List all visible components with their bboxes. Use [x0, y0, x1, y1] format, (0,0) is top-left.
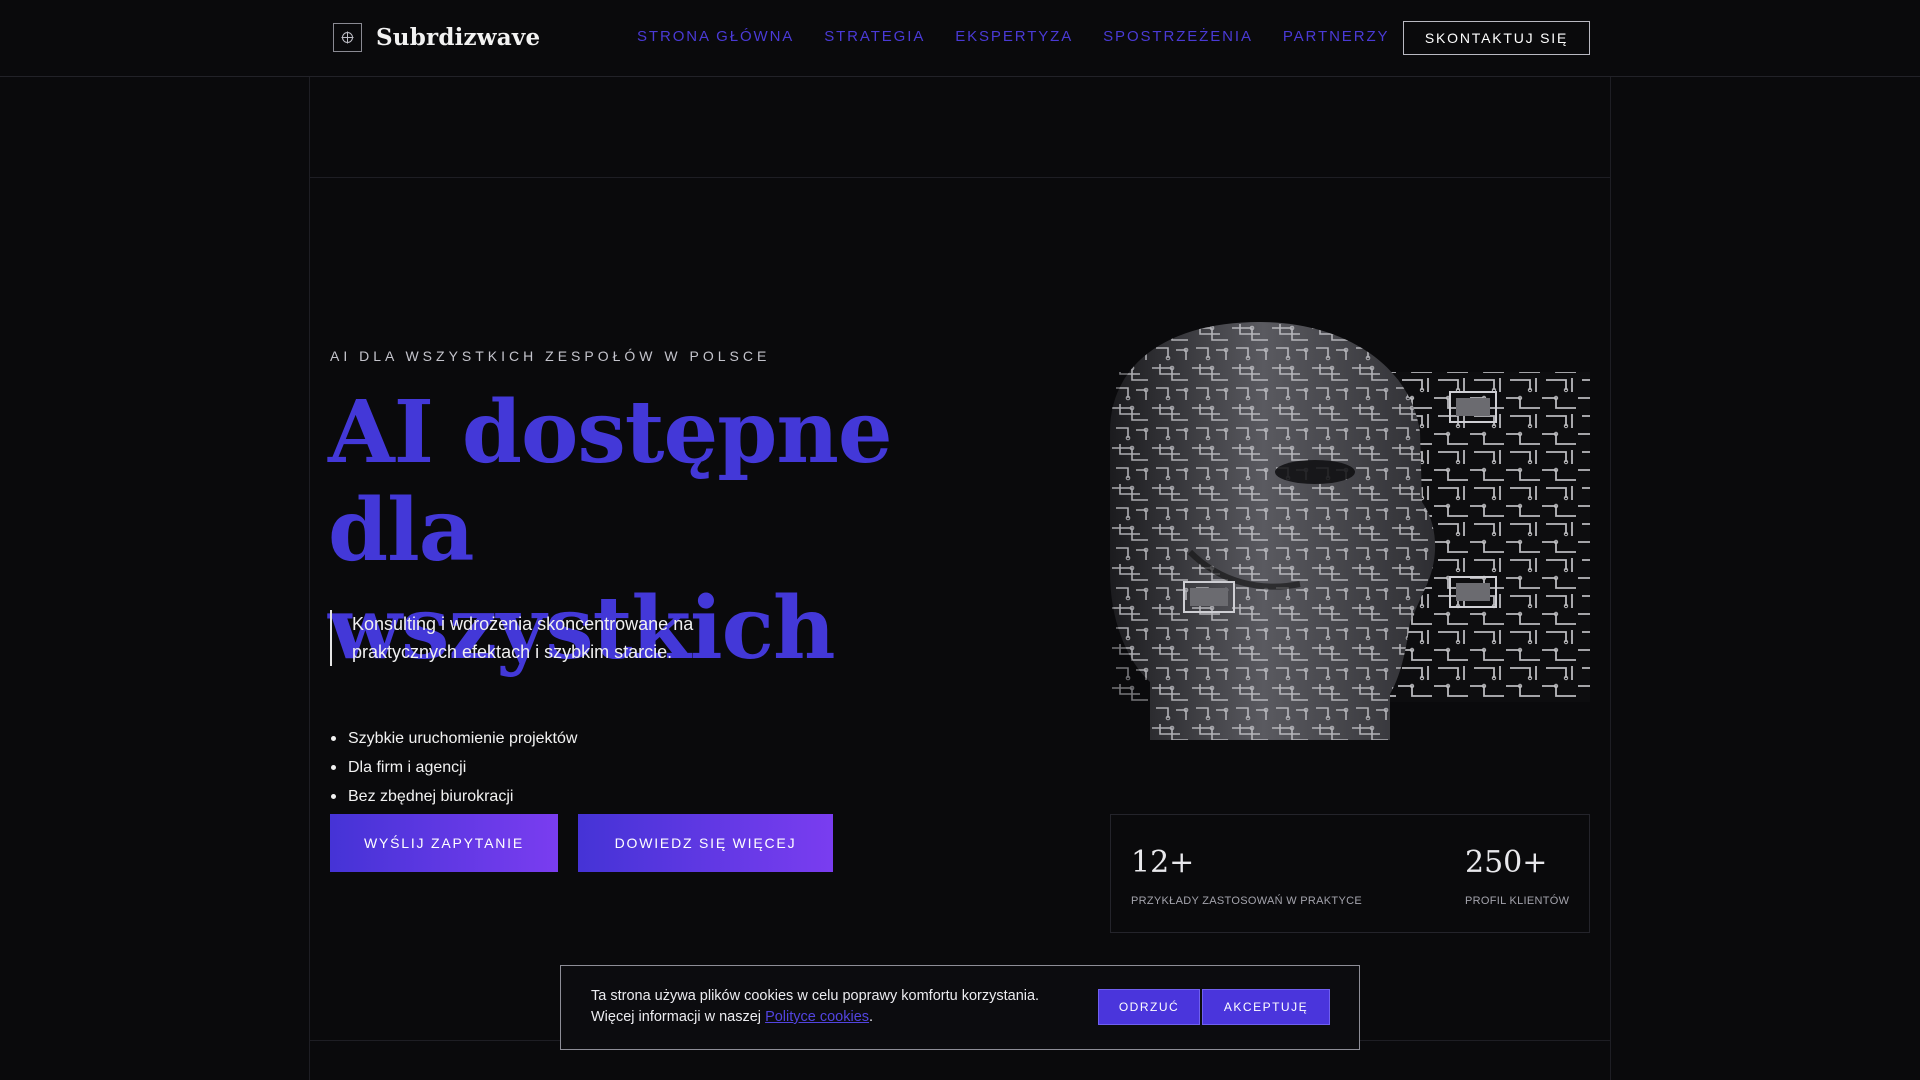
contact-button[interactable]: SKONTAKTUJ SIĘ [1403, 21, 1590, 55]
cookie-message: Ta strona używa plików cookies w celu po… [591, 986, 1111, 1028]
cookie-banner: Ta strona używa plików cookies w celu po… [560, 965, 1360, 1050]
hero-lead-line-1: Konsulting i wdrożenia skoncentrowane na [352, 614, 694, 634]
main-nav: STRONA GŁÓWNA STRATEGIA EKSPERTYZA SPOST… [637, 28, 1389, 45]
stat-label: PRZYKŁADY ZASTOSOWAŃ W PRAKTYCE [1131, 895, 1362, 907]
hero-benefits-list: Szybkie uruchomienie projektów Dla firm … [330, 724, 577, 811]
list-item: Bez zbędnej biurokracji [330, 782, 577, 811]
cookie-policy-link[interactable]: Polityce cookies [765, 1009, 869, 1025]
stat-label: PROFIL KLIENTÓW [1465, 895, 1570, 907]
frame-line-left [309, 77, 310, 1080]
cookie-message-suffix: . [869, 1009, 874, 1025]
section-divider-top [310, 177, 1610, 178]
stat-value: 12+ [1131, 845, 1195, 880]
frame-line-right [1610, 77, 1611, 1080]
nav-home[interactable]: STRONA GŁÓWNA [637, 28, 794, 45]
hero-title-line-1: AI dostępne dla [328, 382, 893, 581]
hero-lead: Konsulting i wdrożenia skoncentrowane na… [330, 610, 800, 666]
brand-name: Subrdizwave [376, 23, 541, 51]
nav-expertise[interactable]: EKSPERTYZA [955, 28, 1073, 45]
hero-lead-line-2: praktycznych efektach i szybkim starcie. [352, 642, 673, 662]
list-item: Szybkie uruchomienie projektów [330, 724, 577, 753]
site-header: Subrdizwave STRONA GŁÓWNA STRATEGIA EKSP… [0, 0, 1920, 77]
brand-logo[interactable]: Subrdizwave [333, 22, 540, 52]
cookie-message-prefix: Więcej informacji w naszej [591, 1009, 762, 1025]
hero-eyebrow: AI DLA WSZYSTKICH ZESPOŁÓW W POLSCE [330, 348, 771, 364]
nav-partners[interactable]: PARTNERZY [1283, 28, 1390, 45]
stats-panel: 12+ PRZYKŁADY ZASTOSOWAŃ W PRAKTYCE 250+… [1110, 814, 1590, 933]
nav-strategy[interactable]: STRATEGIA [824, 28, 925, 45]
nav-insights[interactable]: SPOSTRZEŻENIA [1103, 28, 1253, 45]
crosshair-icon [333, 22, 362, 52]
learn-more-button[interactable]: DOWIEDZ SIĘ WIĘCEJ [578, 814, 833, 872]
reject-cookies-button[interactable]: ODRZUĆ [1098, 989, 1200, 1025]
stat-value: 250+ [1465, 845, 1548, 880]
ai-head-illustration [1110, 322, 1590, 740]
accept-cookies-button[interactable]: AKCEPTUJĘ [1202, 989, 1330, 1025]
send-inquiry-button[interactable]: WYŚLIJ ZAPYTANIE [330, 814, 558, 872]
cookie-message-line-1: Ta strona używa plików cookies w celu po… [591, 988, 1040, 1004]
list-item: Dla firm i agencji [330, 753, 577, 782]
